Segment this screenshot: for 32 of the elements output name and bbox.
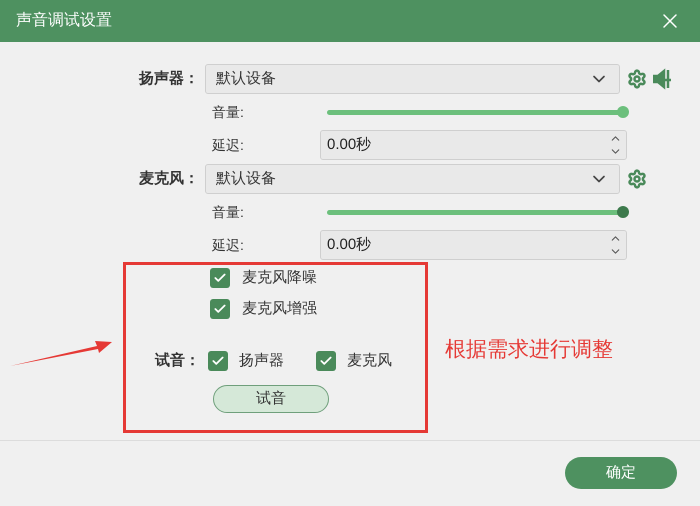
- checkbox[interactable]: [210, 268, 230, 288]
- volume-label: 音量:: [212, 102, 245, 122]
- checkbox[interactable]: [210, 299, 230, 319]
- check-icon: [319, 354, 333, 368]
- delay-label: 延迟:: [212, 136, 245, 154]
- volume-label: 音量:: [212, 202, 245, 222]
- delay-label: 延迟:: [212, 236, 245, 254]
- checkbox-label: 麦克风增强: [242, 298, 317, 319]
- device-dropdown[interactable]: 默认设备: [205, 64, 620, 94]
- slider-thumb[interactable]: [617, 206, 629, 218]
- device-dropdown[interactable]: 默认设备: [205, 164, 620, 194]
- delay-spin-field[interactable]: 0.00秒: [320, 230, 627, 260]
- annotation-text: 根据需求进行调整: [445, 337, 613, 363]
- checkbox-label: 麦克风降噪: [242, 268, 317, 288]
- field-label: 麦克风：: [138, 168, 200, 189]
- checkbox-label: 麦克风: [347, 350, 392, 371]
- check-icon: [213, 271, 227, 285]
- check-icon: [211, 354, 225, 368]
- field-label: 扬声器：: [138, 68, 200, 89]
- window-title: 声音调试设置: [16, 10, 112, 31]
- slider-thumb[interactable]: [617, 106, 629, 118]
- settings-icon[interactable]: [627, 69, 647, 89]
- speaker-equalizer-icon[interactable]: [653, 68, 673, 90]
- checkbox[interactable]: [208, 351, 228, 371]
- checkbox-label: 扬声器: [239, 350, 284, 371]
- check-icon: [213, 302, 227, 316]
- test-sound-button[interactable]: 试音: [213, 385, 329, 413]
- checkbox[interactable]: [316, 351, 336, 371]
- settings-icon[interactable]: [627, 169, 647, 189]
- test-label: 试音：: [155, 350, 200, 371]
- ok-button[interactable]: 确定: [565, 457, 677, 489]
- delay-spin-field[interactable]: 0.00秒: [320, 130, 627, 160]
